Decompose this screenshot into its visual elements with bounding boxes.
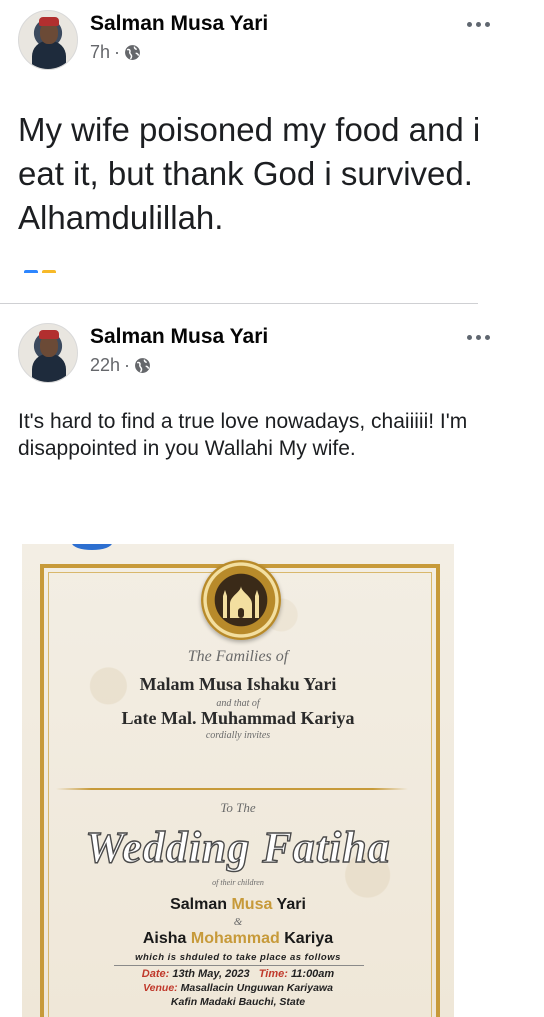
card-families-intro: The Families of — [187, 648, 289, 665]
card-venue-line-2: Kafin Madaki Bauchi, State — [170, 996, 306, 1008]
post-image[interactable]: The Families of Malam Musa Ishaku Yari a… — [22, 544, 454, 1017]
card-family-1: Malam Musa Ishaku Yari — [139, 674, 337, 694]
card-schedule-note: which is shduled to take place as follow… — [135, 952, 341, 963]
card-bride-name: Aisha Mohammad Kariya — [142, 930, 334, 947]
card-event-title: Wedding Fatiha — [85, 822, 391, 872]
dot-icon — [466, 334, 472, 340]
author-name[interactable]: Salman Musa Yari — [90, 325, 268, 349]
card-venue: Venue: Masallacin Unguwan Kariyawa — [143, 982, 333, 994]
card-date-time: Date: 13th May, 2023 Time: 11:00am — [141, 968, 335, 980]
card-to-the: To The — [220, 800, 256, 815]
dot-icon — [484, 334, 490, 340]
more-options-button[interactable] — [458, 323, 498, 351]
post-2: Salman Musa Yari 22h · It's hard to find… — [0, 0, 544, 1017]
gold-divider — [56, 788, 408, 790]
post-header: Salman Musa Yari 22h · — [18, 323, 498, 383]
decorative-blob — [72, 544, 112, 550]
post-time[interactable]: 22h — [90, 355, 120, 376]
post-text: It's hard to find a true love nowadays, … — [18, 410, 468, 460]
card-cordially: cordially invites — [205, 730, 271, 741]
card-their-children: of their children — [212, 878, 264, 887]
globe-icon — [135, 358, 150, 373]
mosque-icon — [223, 586, 259, 618]
meta-separator: · — [124, 355, 131, 375]
dot-icon — [475, 334, 481, 340]
avatar[interactable] — [18, 323, 78, 383]
schedule-divider — [114, 965, 364, 966]
post-meta: 22h · — [90, 355, 151, 376]
card-ampersand: & — [233, 916, 243, 928]
card-family-2: Late Mal. Muhammad Kariya — [121, 708, 355, 728]
card-groom-name: Salman Musa Yari — [170, 896, 306, 913]
